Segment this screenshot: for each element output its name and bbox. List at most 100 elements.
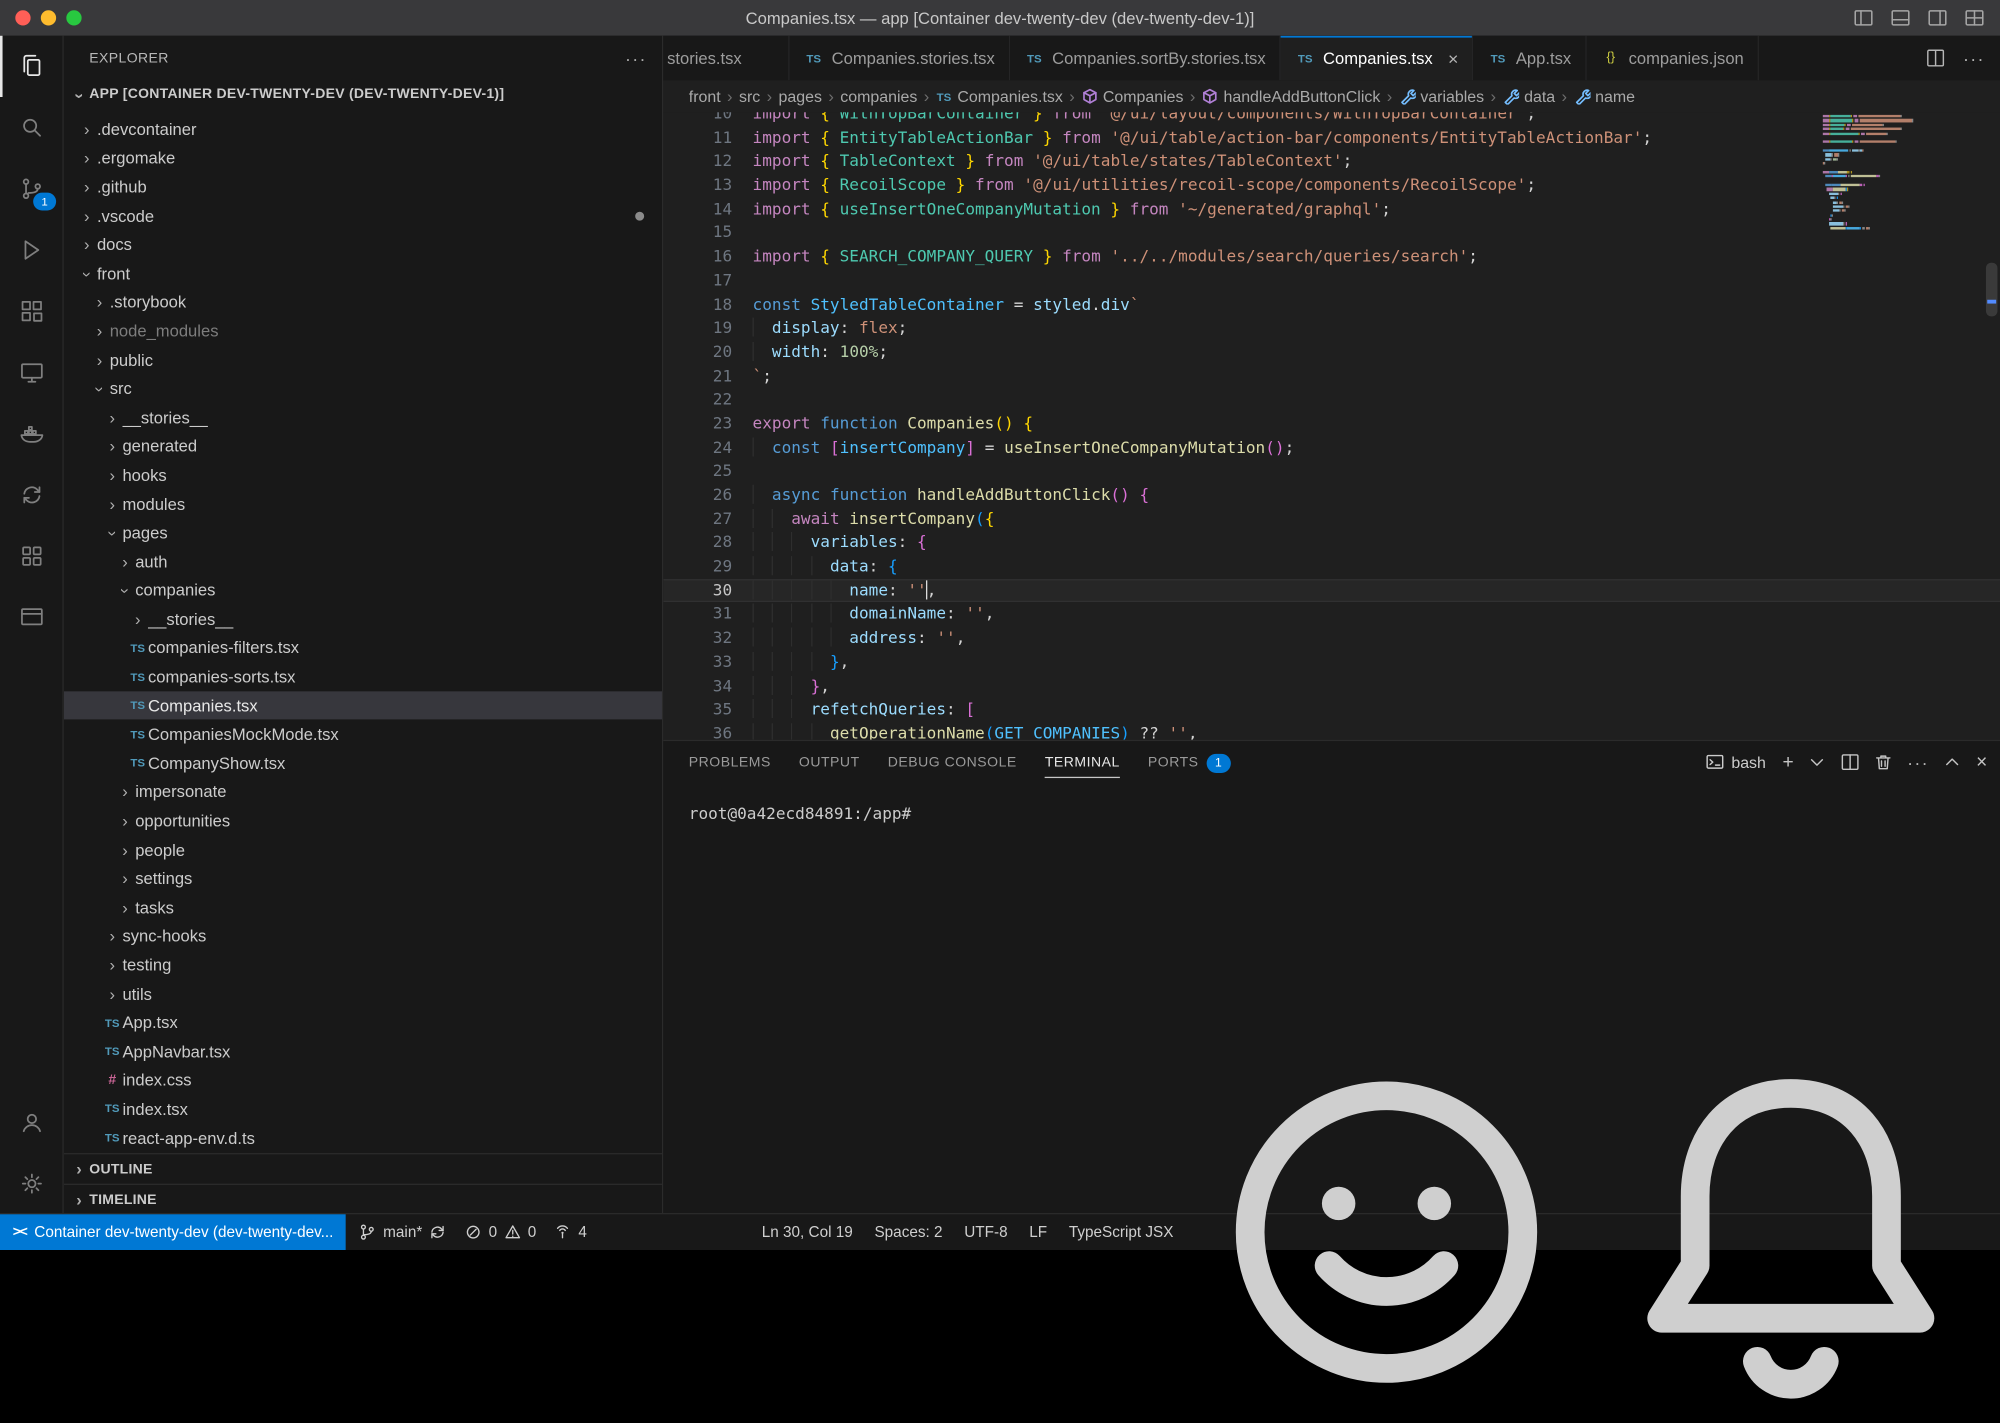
tree-item-companies-sorts-tsx[interactable]: TScompanies-sorts.tsx — [64, 662, 662, 691]
code-line-33[interactable]: 33 }, — [663, 650, 2000, 674]
breadcrumb-item-handleaddbuttonclick[interactable]: handleAddButtonClick — [1202, 87, 1381, 105]
tree-item-appnavbar-tsx[interactable]: TSAppNavbar.tsx — [64, 1037, 662, 1066]
code-line-34[interactable]: 34 }, — [663, 674, 2000, 698]
activitybar-circular-arrows[interactable] — [0, 464, 62, 525]
tree-item-stories[interactable]: ›__stories__ — [64, 403, 662, 432]
close-icon[interactable]: × — [1448, 48, 1458, 68]
minimize-window-button[interactable] — [41, 10, 56, 25]
project-section-header[interactable]: › APP [CONTAINER DEV-TWENTY-DEV (DEV-TWE… — [64, 80, 662, 108]
branch-status[interactable]: main* — [359, 1223, 447, 1241]
toggle-primary-sidebar-icon[interactable] — [1853, 8, 1873, 28]
activitybar-extensions[interactable] — [0, 281, 62, 342]
shell-selector[interactable]: bash — [1706, 753, 1766, 772]
tree-item-modules[interactable]: ›modules — [64, 489, 662, 518]
tree-item-hooks[interactable]: ›hooks — [64, 461, 662, 490]
tree-item-companiesmockmode-tsx[interactable]: TSCompaniesMockMode.tsx — [64, 720, 662, 749]
tree-item-pages[interactable]: ›pages — [64, 518, 662, 547]
panel-tab-ports[interactable]: PORTS1 — [1148, 746, 1231, 779]
code-line-11[interactable]: 11import { EntityTableActionBar } from '… — [663, 126, 2000, 150]
code-line-31[interactable]: 31 domainName: '', — [663, 603, 2000, 627]
tree-item-testing[interactable]: ›testing — [64, 951, 662, 980]
encoding[interactable]: UTF-8 — [964, 1223, 1007, 1241]
code-line-24[interactable]: 24 const [insertCompany] = useInsertOneC… — [663, 436, 2000, 460]
tree-item-people[interactable]: ›people — [64, 835, 662, 864]
panel-tab-debug-console[interactable]: DEBUG CONSOLE — [888, 747, 1017, 776]
code-line-16[interactable]: 16import { SEARCH_COMPANY_QUERY } from '… — [663, 245, 2000, 269]
tree-item-storybook[interactable]: ›.storybook — [64, 288, 662, 317]
breadcrumb-item-variables[interactable]: variables — [1399, 87, 1484, 105]
code-line-25[interactable]: 25 — [663, 460, 2000, 484]
tab-companies-tsx[interactable]: TSCompanies.tsx× — [1281, 36, 1474, 81]
tab-stories-tsx[interactable]: stories.tsx — [663, 36, 789, 81]
tree-item-docs[interactable]: ›docs — [64, 230, 662, 259]
tree-item-front[interactable]: ›front — [64, 259, 662, 288]
remote-indicator[interactable]: >< Container dev-twenty-dev (dev-twenty-… — [0, 1214, 346, 1250]
code-line-27[interactable]: 27 await insertCompany({ — [663, 507, 2000, 531]
code-line-15[interactable]: 15 — [663, 221, 2000, 245]
breadcrumb-item-companies[interactable]: companies — [840, 87, 917, 105]
code-line-20[interactable]: 20 width: 100%; — [663, 340, 2000, 364]
activitybar-run-and-debug[interactable] — [0, 219, 62, 280]
code-editor[interactable]: 10import { WithTopBarContainer } from '@… — [663, 112, 2000, 740]
activitybar-search[interactable] — [0, 97, 62, 158]
breadcrumb-item-src[interactable]: src — [739, 87, 760, 105]
code-line-32[interactable]: 32 address: '', — [663, 626, 2000, 650]
code-line-36[interactable]: 36 getOperationName(GET_COMPANIES) ?? ''… — [663, 722, 2000, 740]
language-mode[interactable]: TypeScript JSX — [1069, 1223, 1174, 1241]
indentation[interactable]: Spaces: 2 — [874, 1223, 942, 1241]
terminal-output[interactable]: root@0a42ecd84891:/app# — [663, 783, 2000, 823]
tree-item-react-app-env-d-ts[interactable]: TSreact-app-env.d.ts — [64, 1123, 662, 1152]
breadcrumb-item-companies-tsx[interactable]: TSCompanies.tsx — [936, 87, 1063, 105]
toggle-panel-icon[interactable] — [1890, 8, 1910, 28]
activitybar-docker[interactable] — [0, 403, 62, 464]
tree-item-public[interactable]: ›public — [64, 345, 662, 374]
problems-status[interactable]: 0 0 — [464, 1223, 536, 1241]
tree-item-companies[interactable]: ›companies — [64, 576, 662, 605]
code-line-30[interactable]: 30 name: '', — [663, 579, 2000, 603]
tree-item-companyshow-tsx[interactable]: TSCompanyShow.tsx — [64, 749, 662, 778]
cursor-position[interactable]: Ln 30, Col 19 — [762, 1223, 853, 1241]
panel-tab-terminal[interactable]: TERMINAL — [1045, 747, 1120, 778]
split-editor-icon[interactable] — [1926, 48, 1945, 67]
code-line-21[interactable]: 21`; — [663, 364, 2000, 388]
minimap[interactable] — [1823, 115, 1943, 231]
tree-item-impersonate[interactable]: ›impersonate — [64, 778, 662, 807]
tab-companies-sortby-stories-tsx[interactable]: TSCompanies.sortBy.stories.tsx — [1010, 36, 1281, 81]
panel-tab-output[interactable]: OUTPUT — [799, 747, 860, 776]
code-line-23[interactable]: 23export function Companies() { — [663, 412, 2000, 436]
breadcrumb-item-pages[interactable]: pages — [779, 87, 822, 105]
timeline-section[interactable]: › TIMELINE — [64, 1184, 662, 1215]
kill-terminal-icon[interactable] — [1874, 753, 1893, 772]
tree-item-tasks[interactable]: ›tasks — [64, 893, 662, 922]
activitybar-accounts[interactable] — [0, 1092, 62, 1153]
toggle-secondary-sidebar-icon[interactable] — [1927, 8, 1947, 28]
customize-layout-icon[interactable] — [1964, 8, 1984, 28]
code-line-28[interactable]: 28 variables: { — [663, 531, 2000, 555]
activitybar-manage-gear[interactable] — [0, 1153, 62, 1214]
tree-item-app-tsx[interactable]: TSApp.tsx — [64, 1008, 662, 1037]
tree-item-companies-tsx[interactable]: TSCompanies.tsx — [64, 691, 662, 720]
tree-item-settings[interactable]: ›settings — [64, 864, 662, 893]
notifications-bell-icon[interactable] — [1599, 1041, 1982, 1423]
tree-item-opportunities[interactable]: ›opportunities — [64, 806, 662, 835]
feedback-icon[interactable] — [1195, 1041, 1578, 1423]
activitybar-remote-explorer[interactable] — [0, 342, 62, 403]
tree-item-index-tsx[interactable]: TSindex.tsx — [64, 1095, 662, 1124]
tab-companies-stories-tsx[interactable]: TSCompanies.stories.tsx — [790, 36, 1011, 81]
code-line-22[interactable]: 22 — [663, 388, 2000, 412]
code-line-12[interactable]: 12import { TableContext } from '@/ui/tab… — [663, 150, 2000, 174]
code-line-10[interactable]: 10import { WithTopBarContainer } from '@… — [663, 112, 2000, 126]
more-actions-icon[interactable]: ··· — [625, 48, 647, 68]
terminal-more-actions-icon[interactable]: ··· — [1907, 752, 1929, 772]
breadcrumb-item-name[interactable]: name — [1573, 87, 1635, 105]
breadcrumb-item-data[interactable]: data — [1502, 87, 1555, 105]
activitybar-explorer[interactable] — [0, 36, 62, 97]
tree-item-companies-filters-tsx[interactable]: TScompanies-filters.tsx — [64, 634, 662, 663]
outline-section[interactable]: › OUTLINE — [64, 1153, 662, 1184]
tree-item-devcontainer[interactable]: ›.devcontainer — [64, 115, 662, 144]
code-line-13[interactable]: 13import { RecoilScope } from '@/ui/util… — [663, 174, 2000, 198]
code-line-19[interactable]: 19 display: flex; — [663, 317, 2000, 341]
zoom-window-button[interactable] — [66, 10, 81, 25]
tree-item-sync-hooks[interactable]: ›sync-hooks — [64, 922, 662, 951]
code-line-29[interactable]: 29 data: { — [663, 555, 2000, 579]
